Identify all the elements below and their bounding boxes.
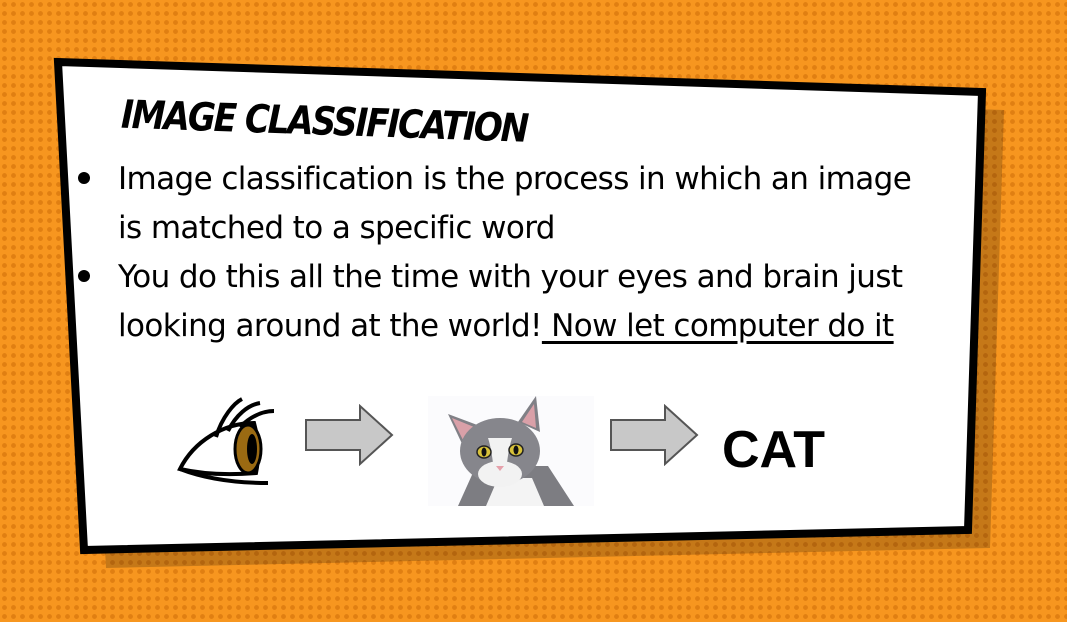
cat-photo xyxy=(428,396,594,506)
arrow-right-icon xyxy=(305,404,394,466)
arrow-right-icon xyxy=(610,404,699,466)
bullet-item: Image classification is the process in w… xyxy=(78,155,938,253)
bullet-text: Image classification is the process in w… xyxy=(118,161,912,246)
classification-label: CAT xyxy=(722,421,826,479)
bullet-list: Image classification is the process in w… xyxy=(78,155,938,351)
bullet-item: You do this all the time with your eyes … xyxy=(78,253,938,351)
bullet-dot-icon xyxy=(78,172,90,184)
bullet-link[interactable]: Now let computer do it xyxy=(542,308,894,344)
eye-icon xyxy=(177,397,275,485)
bullet-dot-icon xyxy=(78,270,90,282)
